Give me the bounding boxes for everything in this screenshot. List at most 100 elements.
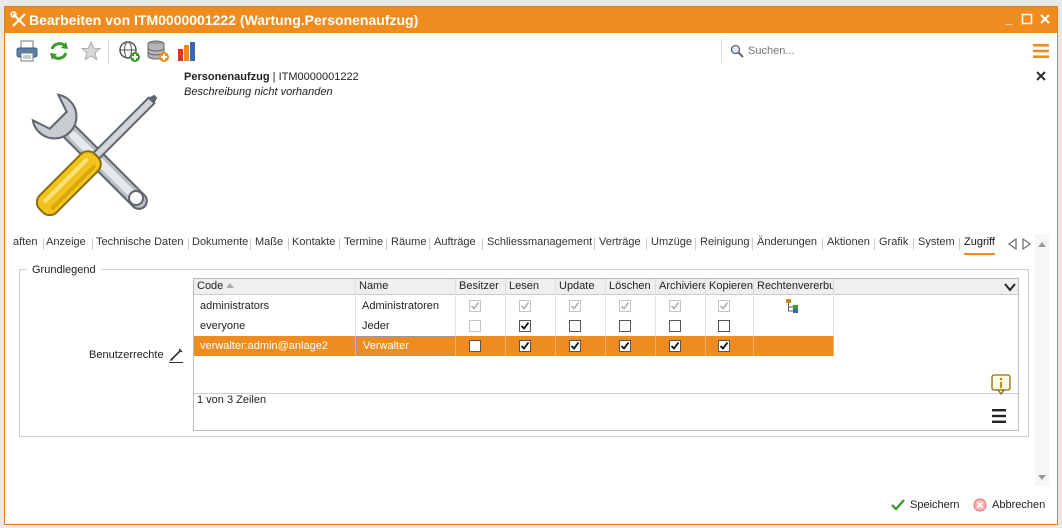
cell-inheritance — [754, 296, 834, 316]
checkmark-icon — [891, 499, 905, 511]
tab-bar: aften Anzeige Technische Daten Dokumente Maß… — [5, 235, 1005, 255]
checkbox-checked[interactable] — [519, 320, 531, 332]
tab-dokumente[interactable]: Dokumente — [192, 235, 248, 255]
add-database-icon[interactable] — [146, 39, 170, 63]
column-header-8[interactable]: Rechtenvererbung — [754, 279, 834, 295]
scroll-up-arrow-icon[interactable] — [1038, 242, 1046, 247]
tab-zugriff[interactable]: Zugriff — [964, 235, 995, 255]
table-row[interactable]: everyone Jeder — [194, 316, 834, 336]
tab-reinigung[interactable]: Reinigung — [700, 235, 750, 255]
column-header-3[interactable]: Lesen — [506, 279, 556, 295]
column-header-label: Löschen — [609, 280, 651, 292]
checkbox-checked[interactable] — [569, 340, 581, 352]
column-chooser-chevron-down-icon[interactable] — [1002, 280, 1018, 294]
grid-menu-icon[interactable] — [991, 407, 1007, 425]
checkbox-unchecked[interactable] — [569, 320, 581, 332]
cell-lesen — [506, 336, 556, 356]
tab-technische-daten[interactable]: Technische Daten — [96, 235, 183, 255]
column-header-label: Kopieren — [709, 280, 754, 292]
tab-aften[interactable]: aften — [13, 235, 37, 255]
tab-umzüge[interactable]: Umzüge — [651, 235, 692, 255]
tab-kontakte[interactable]: Kontakte — [292, 235, 335, 255]
column-header-1[interactable]: Name — [356, 279, 456, 295]
chart-tools-icon[interactable] — [176, 39, 200, 63]
checkmark-icon — [719, 301, 729, 310]
tab-aktionen[interactable]: Aktionen — [827, 235, 870, 255]
tab-separator — [482, 238, 483, 250]
checkbox-checked[interactable] — [669, 340, 681, 352]
tab-verträge[interactable]: Verträge — [599, 235, 641, 255]
tab-schliessmanagement[interactable]: Schliessmanagement — [487, 235, 592, 255]
tab-maße[interactable]: Maße — [255, 235, 283, 255]
column-header-4[interactable]: Update — [556, 279, 606, 295]
checkbox-unchecked[interactable] — [469, 340, 481, 352]
hamburger-menu-icon[interactable] — [1032, 42, 1050, 60]
tab-separator — [288, 238, 289, 250]
cell-name[interactable]: Verwalter — [356, 336, 456, 356]
checkbox-checked — [669, 300, 681, 312]
checkmark-icon — [670, 341, 680, 350]
edit-pencil-icon[interactable] — [168, 347, 184, 363]
tab-separator — [695, 238, 696, 250]
table-row[interactable]: administrators Administratoren — [194, 296, 834, 316]
title-bar: Bearbeiten von ITM0000001222 (Wartung.Pe… — [5, 7, 1057, 33]
column-header-7[interactable]: Kopieren — [706, 279, 754, 295]
vertical-scrollbar[interactable] — [1035, 234, 1049, 486]
search-input[interactable] — [748, 43, 948, 59]
cell-code: administrators — [194, 296, 356, 316]
close-window-button[interactable] — [1037, 11, 1053, 27]
tools-icon — [10, 11, 26, 27]
search-icon — [730, 44, 744, 58]
permissions-grid: Code Name Besitzer Lesen Update Löschen Archiv… — [193, 278, 1019, 431]
info-bubble-icon[interactable] — [990, 373, 1012, 395]
column-header-0[interactable]: Code — [194, 279, 356, 295]
cell-code: everyone — [194, 316, 356, 336]
column-header-label: Archivieren — [659, 280, 705, 292]
cell-kopieren — [706, 336, 754, 356]
minimize-button[interactable]: _ — [1001, 11, 1017, 27]
checkbox-checked[interactable] — [718, 340, 730, 352]
cell-code: verwalter:admin@anlage2 — [194, 336, 356, 356]
checkbox-checked[interactable] — [519, 340, 531, 352]
tab-separator — [92, 238, 93, 250]
tab-scroll-left-icon[interactable] — [1007, 238, 1017, 250]
tab-system[interactable]: System — [918, 235, 955, 255]
cell-archivieren — [656, 336, 706, 356]
cancel-label: Abbrechen — [992, 499, 1046, 511]
tab-grafik[interactable]: Grafik — [879, 235, 908, 255]
search-box[interactable] — [721, 39, 971, 63]
favorite-star-icon[interactable] — [79, 39, 103, 63]
checkbox-checked[interactable] — [619, 340, 631, 352]
refresh-icon[interactable] — [47, 39, 71, 63]
tab-separator — [646, 238, 647, 250]
print-icon[interactable] — [15, 39, 39, 63]
maximize-button[interactable] — [1019, 11, 1035, 27]
checkbox-unchecked[interactable] — [669, 320, 681, 332]
checkmark-icon — [570, 341, 580, 350]
add-globe-icon[interactable] — [117, 39, 141, 63]
tab-räume[interactable]: Räume — [391, 235, 426, 255]
cell-inheritance — [754, 316, 834, 336]
cell-löschen — [606, 336, 656, 356]
column-header-6[interactable]: Archivieren — [656, 279, 706, 295]
cell-besitzer — [456, 296, 506, 316]
tab-termine[interactable]: Termine — [344, 235, 383, 255]
heading-separator: | — [272, 71, 276, 83]
column-header-5[interactable]: Löschen — [606, 279, 656, 295]
table-row[interactable]: verwalter:admin@anlage2 Verwalter — [194, 336, 834, 356]
checkmark-icon — [520, 341, 530, 350]
inheritance-tree-icon[interactable] — [784, 298, 800, 314]
tab-separator — [43, 238, 44, 250]
checkbox-unchecked[interactable] — [619, 320, 631, 332]
checkbox-unchecked[interactable] — [718, 320, 730, 332]
maximize-icon — [1021, 13, 1033, 25]
tab-anzeige[interactable]: Anzeige — [46, 235, 86, 255]
close-header-button[interactable] — [1035, 70, 1047, 84]
cell-kopieren — [706, 296, 754, 316]
tab-änderungen[interactable]: Änderungen — [757, 235, 817, 255]
checkbox-checked — [519, 300, 531, 312]
tab-aufträge[interactable]: Aufträge — [434, 235, 476, 255]
tab-scroll-right-icon[interactable] — [1022, 238, 1032, 250]
column-header-2[interactable]: Besitzer — [456, 279, 506, 295]
scroll-down-arrow-icon[interactable] — [1038, 475, 1046, 480]
